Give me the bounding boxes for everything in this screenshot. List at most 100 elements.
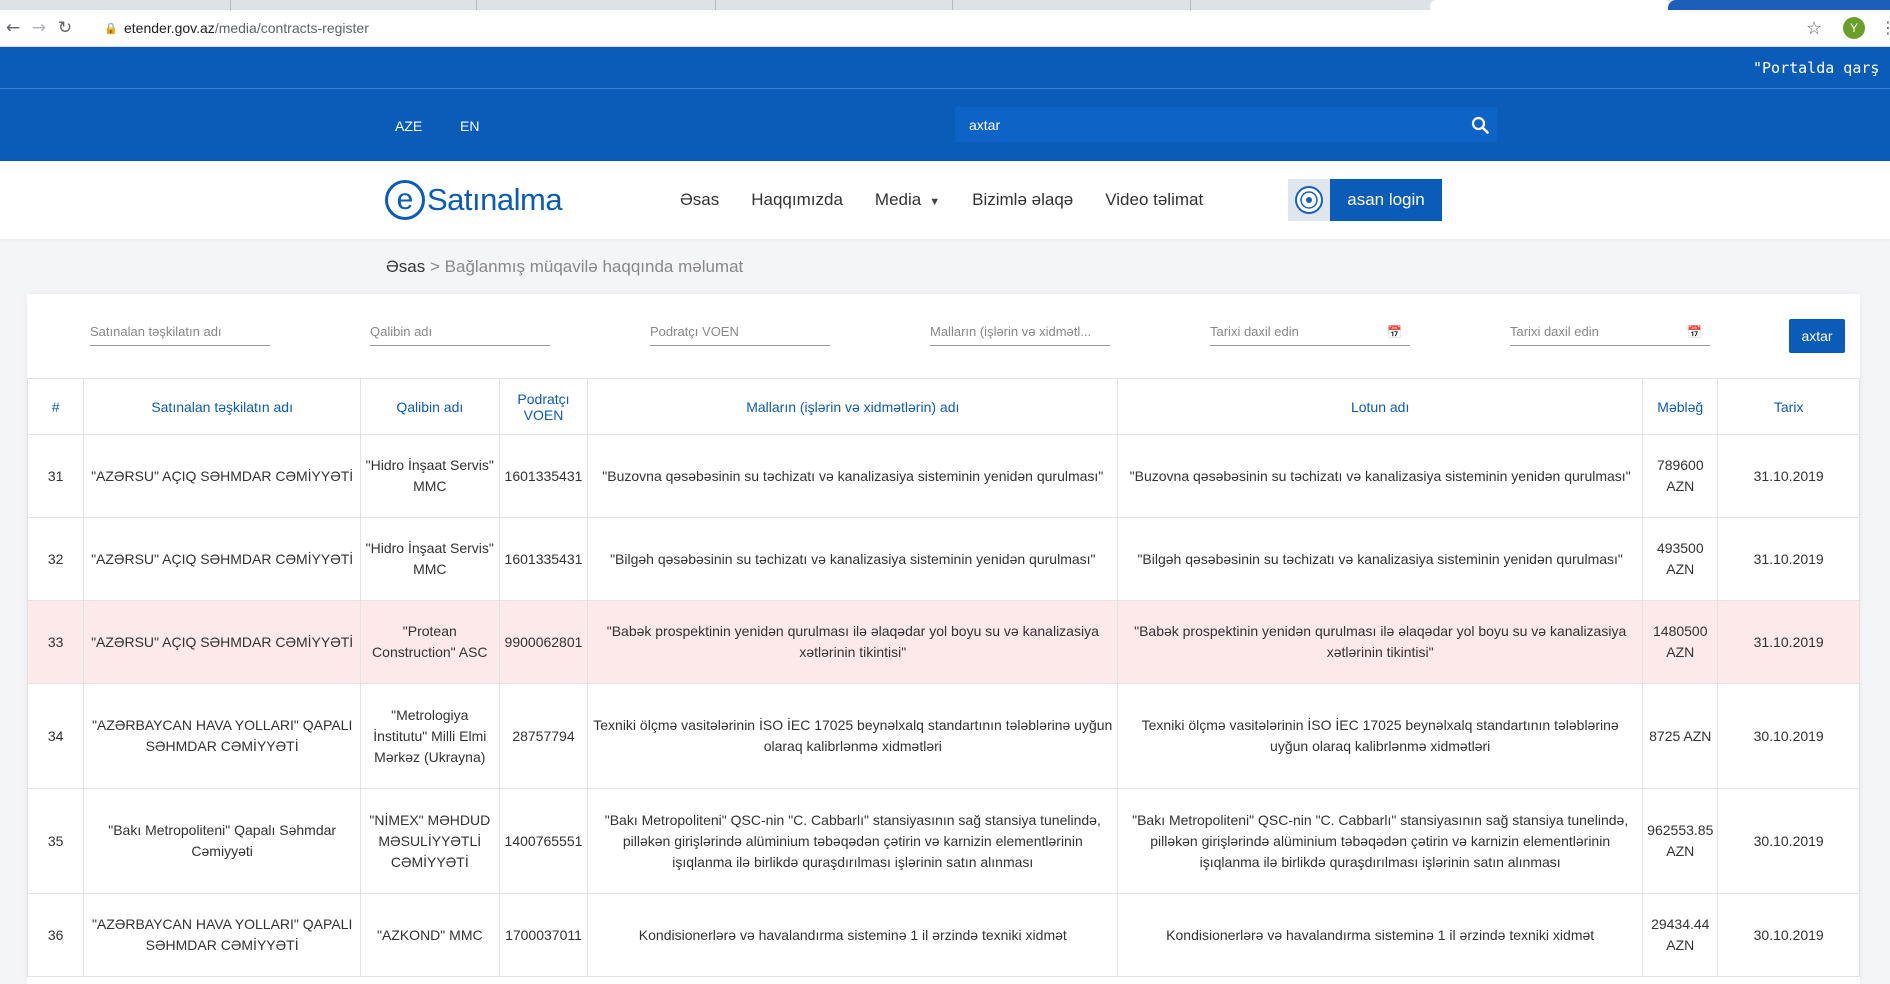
cell-date: 30.10.2019 [1717, 683, 1860, 789]
nav-links: Əsas Haqqımızda Media ▼ Bizimlə əlaqə Vid… [680, 190, 1235, 210]
filter-goods-placeholder: Malların (işlərin və xidmətl... [930, 324, 1092, 339]
cell-number: 32 [26, 517, 85, 601]
cell-winner: "Hidro İnşaat Servis" MMC [360, 434, 500, 518]
back-arrow-icon[interactable]: ← [0, 15, 26, 41]
cell-goods: "Bilgəh qəsəbəsinin su təchizatı və kana… [587, 517, 1119, 601]
cell-lot: "Buzovna qəsəbəsinin su təchizatı və kan… [1117, 434, 1644, 518]
cell-number: 34 [26, 683, 85, 789]
asan-login-button[interactable]: asan login [1288, 179, 1442, 221]
filter-date-to-placeholder: Tarixi daxil edin [1510, 324, 1599, 339]
contracts-card: Satınalan təşkilatın adı Qalibin adı Pod… [26, 294, 1860, 984]
profile-avatar[interactable]: Y [1843, 17, 1865, 39]
table-row[interactable]: 34 "AZƏRBAYCAN HAVA YOLLARI" QAPALI SƏHM… [26, 683, 1860, 789]
site-logo[interactable]: e Satınalma [385, 180, 563, 220]
breadcrumb: Əsas > Bağlanmış müqavilə haqqında məlum… [386, 257, 743, 277]
forward-arrow-icon[interactable]: → [26, 15, 52, 41]
col-header-winner[interactable]: Qalibin adı [360, 378, 500, 435]
lang-en[interactable]: EN [460, 118, 479, 134]
cell-amount: 962553.85 AZN [1642, 788, 1719, 894]
filter-voen-input[interactable]: Podratçı VOEN [650, 324, 830, 346]
breadcrumb-current: Bağlanmış müqavilə haqqında məlumat [444, 257, 744, 276]
contracts-table: # Satınalan təşkilatın adı Qalibin adı P… [26, 378, 1860, 977]
cell-amount: 789600 AZN [1642, 434, 1719, 518]
nav-contact[interactable]: Bizimlə əlaqə [972, 190, 1073, 210]
cell-date: 31.10.2019 [1717, 517, 1860, 601]
tab-separator [476, 0, 477, 10]
cell-date: 31.10.2019 [1717, 434, 1860, 518]
col-header-org[interactable]: Satınalan təşkilatın adı [83, 378, 362, 435]
col-header-amount[interactable]: Məbləğ [1642, 378, 1719, 435]
logo-mark: e [385, 180, 425, 220]
cell-goods: "Babək prospektinin yenidən qurulması il… [587, 600, 1119, 684]
site-search [955, 107, 1497, 142]
calendar-icon[interactable]: 📅 [1387, 325, 1402, 339]
breadcrumb-separator: > [429, 257, 440, 276]
url-field[interactable]: 🔒 etender.gov.az/media/contracts-registe… [88, 14, 1788, 42]
breadcrumb-home[interactable]: Əsas [386, 257, 425, 276]
asan-seal-icon [1288, 179, 1330, 221]
cell-goods: "Bakı Metropoliteni" QSC-nin "C. Cabbarl… [587, 788, 1119, 894]
filter-date-from-placeholder: Tarixi daxil edin [1210, 324, 1299, 339]
table-row[interactable]: 32 "AZƏRSU" AÇIQ SƏHMDAR CƏMİYYƏTİ "Hidr… [26, 517, 1860, 601]
table-row[interactable]: 36 "AZƏRBAYCAN HAVA YOLLARI" QAPALI SƏHM… [26, 893, 1860, 977]
cell-goods: Kondisionerlərə və havalandırma sistemin… [587, 893, 1119, 977]
active-browser-tab[interactable] [1430, 0, 1670, 10]
cell-lot: "Bakı Metropoliteni" QSC-nin "C. Cabbarl… [1117, 788, 1644, 894]
col-header-date[interactable]: Tarix [1717, 378, 1860, 435]
table-row-highlighted[interactable]: 33 "AZƏRSU" AÇIQ SƏHMDAR CƏMİYYƏTİ "Prot… [26, 600, 1860, 684]
ticker-text: "Portalda qarş [1753, 59, 1880, 77]
col-header-goods[interactable]: Malların (işlərin və xidmətlərin) adı [587, 378, 1119, 435]
cell-winner: "Hidro İnşaat Servis" MMC [360, 517, 500, 601]
logo-text: Satınalma [427, 182, 563, 217]
filter-goods-input[interactable]: Malların (işlərin və xidmətl... [930, 324, 1110, 346]
reload-icon[interactable]: ↻ [52, 15, 78, 41]
cell-voen: 1400765551 [498, 788, 589, 894]
announcement-ticker: "Portalda qarş [0, 47, 1890, 89]
cell-amount: 493500 AZN [1642, 517, 1719, 601]
cell-amount: 29434.44 AZN [1642, 893, 1719, 977]
tab-separator [1190, 0, 1191, 10]
cell-date: 31.10.2019 [1717, 600, 1860, 684]
table-header-row: # Satınalan təşkilatın adı Qalibin adı P… [26, 378, 1860, 435]
lock-icon: 🔒 [104, 23, 118, 35]
browser-address-bar: ← → ↻ 🔒 etender.gov.az/media/contracts-r… [0, 10, 1890, 47]
url-domain: etender.gov.az [124, 20, 215, 36]
browser-profile-tab[interactable] [1668, 0, 1890, 10]
col-header-voen[interactable]: Podratçı VOEN [498, 378, 589, 435]
nav-media[interactable]: Media ▼ [875, 190, 940, 210]
col-header-number[interactable]: # [26, 378, 85, 435]
bookmark-star-icon[interactable]: ☆ [1806, 18, 1822, 39]
calendar-icon[interactable]: 📅 [1687, 325, 1702, 339]
tab-separator [230, 0, 231, 10]
search-icon[interactable] [1463, 116, 1497, 134]
table-row[interactable]: 35 "Bakı Metropoliteni" Qapalı Səhmdar C… [26, 788, 1860, 894]
cell-number: 33 [26, 600, 85, 684]
cell-lot: Kondisionerlərə və havalandırma sistemin… [1117, 893, 1644, 977]
search-input[interactable] [955, 116, 1463, 133]
cell-winner: "NİMEX" MƏHDUD MƏSULİYYƏTLİ CƏMİYYƏTİ [360, 788, 500, 894]
top-bar: AZE EN [0, 89, 1890, 161]
browser-menu-icon[interactable]: ⋮ [1880, 18, 1890, 37]
chevron-down-icon: ▼ [929, 196, 941, 208]
cell-org: "AZƏRSU" AÇIQ SƏHMDAR CƏMİYYƏTİ [83, 434, 362, 518]
cell-org: "Bakı Metropoliteni" Qapalı Səhmdar Cəmi… [83, 788, 362, 894]
tab-separator [952, 0, 953, 10]
cell-number: 35 [26, 788, 85, 894]
filter-date-to[interactable]: Tarixi daxil edin 📅 [1510, 324, 1710, 346]
cell-voen: 9900062801 [498, 600, 589, 684]
table-row[interactable]: 31 "AZƏRSU" AÇIQ SƏHMDAR CƏMİYYƏTİ "Hidr… [26, 434, 1860, 518]
nav-home[interactable]: Əsas [680, 190, 719, 210]
filter-winner-input[interactable]: Qalibin adı [370, 324, 550, 346]
filter-org-input[interactable]: Satınalan təşkilatın adı [90, 324, 270, 346]
nav-video-guide[interactable]: Video təlimat [1105, 190, 1203, 210]
filter-voen-placeholder: Podratçı VOEN [650, 324, 739, 339]
col-header-lot[interactable]: Lotun adı [1117, 378, 1644, 435]
cell-lot: Texniki ölçmə vasitələrinin İSO İEC 1702… [1117, 683, 1644, 789]
filter-search-button[interactable]: axtar [1789, 319, 1845, 353]
nav-media-label: Media [874, 190, 922, 209]
lang-aze[interactable]: AZE [395, 118, 422, 134]
cell-lot: "Babək prospektinin yenidən qurulması il… [1117, 600, 1644, 684]
nav-about[interactable]: Haqqımızda [751, 190, 843, 210]
cell-goods: Texniki ölçmə vasitələrinin İSO İEC 1702… [587, 683, 1119, 789]
filter-date-from[interactable]: Tarixi daxil edin 📅 [1210, 324, 1410, 346]
